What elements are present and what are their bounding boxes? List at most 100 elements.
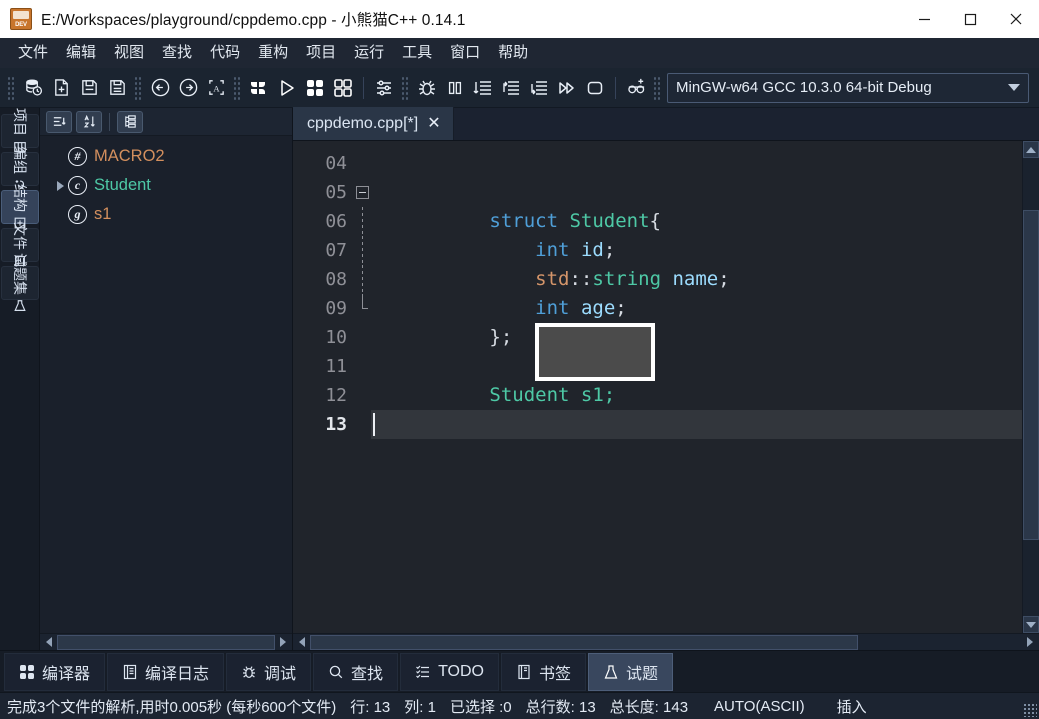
code-line-06[interactable]: int id; [371, 207, 1022, 236]
options-icon[interactable] [371, 74, 397, 102]
code-line-05[interactable]: struct Student{ [371, 178, 1022, 207]
list-order-icon[interactable] [46, 111, 72, 133]
step-into-icon[interactable] [498, 74, 524, 102]
toolbar-grip[interactable] [7, 76, 16, 100]
bottom-tab-build-log[interactable]: 编译日志 [107, 653, 224, 691]
run-icon[interactable] [274, 74, 300, 102]
compiler-set-select[interactable]: MinGW-w64 GCC 10.3.0 64-bit Debug [667, 73, 1029, 103]
toolbar-grip-3[interactable] [233, 76, 242, 100]
hscroll-thumb[interactable] [57, 635, 275, 650]
menu-window[interactable]: 窗口 [441, 41, 489, 65]
tree-item-macro2[interactable]: # MACRO2 [40, 142, 292, 171]
editor-hscrollbar[interactable] [293, 633, 1039, 650]
toolbar-grip-2[interactable] [134, 76, 143, 100]
sidebar-tab-project[interactable]: 项目 [1, 114, 39, 148]
compile-run-icon[interactable] [302, 74, 328, 102]
code-line-09[interactable]: }; [371, 294, 1022, 323]
save-all-icon[interactable] [104, 74, 130, 102]
menu-view[interactable]: 视图 [105, 41, 153, 65]
scroll-left-arrow-icon[interactable] [294, 635, 310, 650]
debug-bug-icon[interactable] [414, 74, 440, 102]
database-history-icon[interactable] [20, 74, 46, 102]
code-line-07[interactable]: std::string name; [371, 236, 1022, 265]
close-icon[interactable]: ✕ [427, 116, 440, 132]
bottom-tab-compiler[interactable]: 编译器 [4, 653, 105, 691]
svg-text:A: A [213, 83, 220, 93]
scroll-down-arrow-icon[interactable] [1023, 616, 1039, 633]
structure-panel-hscrollbar[interactable] [40, 633, 292, 650]
sidebar-tab-problem-set[interactable]: 试题集 [1, 266, 39, 300]
save-icon[interactable] [76, 74, 102, 102]
rebuild-icon[interactable] [330, 74, 356, 102]
code-completion-popup[interactable] [535, 323, 655, 381]
structure-panel: # MACRO2 c Student g s1 [40, 108, 293, 650]
vscroll-track[interactable] [1023, 158, 1039, 616]
code-folding-column[interactable] [355, 141, 371, 633]
code-line-11[interactable]: Student s1; [371, 352, 1022, 381]
code-line-13-active[interactable] [371, 410, 1022, 439]
hscroll-track[interactable] [57, 635, 275, 650]
back-arrow-icon[interactable] [147, 74, 173, 102]
scroll-right-arrow-icon[interactable] [1022, 635, 1038, 650]
menu-file[interactable]: 文件 [9, 41, 57, 65]
bottom-tab-todo[interactable]: TODO [400, 653, 499, 691]
toolbar-grip-4[interactable] [401, 76, 410, 100]
menu-code[interactable]: 代码 [201, 41, 249, 65]
stop-icon[interactable] [582, 74, 608, 102]
scroll-right-arrow-icon[interactable] [275, 635, 291, 650]
tree-item-macro2-label: MACRO2 [94, 148, 165, 165]
hscroll-thumb[interactable] [310, 635, 858, 650]
scroll-up-arrow-icon[interactable] [1023, 141, 1039, 158]
fold-cell [355, 294, 371, 323]
code-area[interactable]: 04 05 06 07 08 09 10 11 12 13 [293, 141, 1039, 633]
tree-structure-icon[interactable] [117, 111, 143, 133]
menu-run[interactable]: 运行 [345, 41, 393, 65]
compile-icon[interactable] [246, 74, 272, 102]
forward-arrow-icon[interactable] [175, 74, 201, 102]
code-line-04[interactable] [371, 149, 1022, 178]
vscroll-thumb[interactable] [1023, 210, 1039, 540]
hscroll-track[interactable] [310, 635, 1022, 650]
code-line-12[interactable] [371, 381, 1022, 410]
maximize-button[interactable] [947, 0, 993, 38]
scroll-left-arrow-icon[interactable] [41, 635, 57, 650]
add-watch-icon[interactable] [623, 74, 649, 102]
menu-tools[interactable]: 工具 [393, 41, 441, 65]
bottom-tab-search[interactable]: 查找 [313, 653, 398, 691]
menu-bar: 文件 编辑 视图 查找 代码 重构 项目 运行 工具 窗口 帮助 [0, 38, 1039, 68]
select-all-icon[interactable]: A [203, 74, 229, 102]
menu-search[interactable]: 查找 [153, 41, 201, 65]
minimize-button[interactable] [901, 0, 947, 38]
continue-icon[interactable] [554, 74, 580, 102]
fold-toggle-struct[interactable] [355, 178, 371, 207]
tree-item-s1[interactable]: g s1 [40, 200, 292, 229]
bottom-tab-bookmark[interactable]: 书签 [501, 653, 586, 691]
close-button[interactable] [993, 0, 1039, 38]
sidebar-tab-class-browser[interactable]: 编组 [1, 152, 39, 186]
problem-icon [603, 664, 619, 680]
tree-item-student[interactable]: c Student [40, 171, 292, 200]
bottom-tab-problem[interactable]: 试题 [588, 653, 673, 691]
toolbar-grip-5[interactable] [653, 76, 662, 100]
editor-vscrollbar[interactable] [1022, 141, 1039, 633]
code-text[interactable]: struct Student{ int id; std::string name… [371, 141, 1022, 633]
editor-container: cppdemo.cpp[*] ✕ 04 05 06 07 08 09 10 11… [293, 108, 1039, 650]
menu-project[interactable]: 项目 [297, 41, 345, 65]
new-file-icon[interactable] [48, 74, 74, 102]
menu-edit[interactable]: 编辑 [57, 41, 105, 65]
code-line-10[interactable] [371, 323, 1022, 352]
sort-az-icon[interactable] [76, 111, 102, 133]
status-col: 列: 1 [397, 696, 443, 717]
bottom-tab-debug[interactable]: 调试 [226, 653, 311, 691]
sidebar-tab-structure[interactable]: 结构 [1, 190, 39, 224]
menu-refactor[interactable]: 重构 [249, 41, 297, 65]
bottom-tab-bookmark-label: 书签 [539, 660, 571, 684]
editor-tab-cppdemo[interactable]: cppdemo.cpp[*] ✕ [293, 107, 454, 140]
step-over-icon[interactable] [470, 74, 496, 102]
step-out-icon[interactable] [526, 74, 552, 102]
pause-icon[interactable] [442, 74, 468, 102]
resize-grip[interactable] [1023, 703, 1037, 717]
menu-help[interactable]: 帮助 [489, 41, 537, 65]
code-line-08[interactable]: int age; [371, 265, 1022, 294]
tree-expander-student[interactable] [52, 181, 68, 191]
